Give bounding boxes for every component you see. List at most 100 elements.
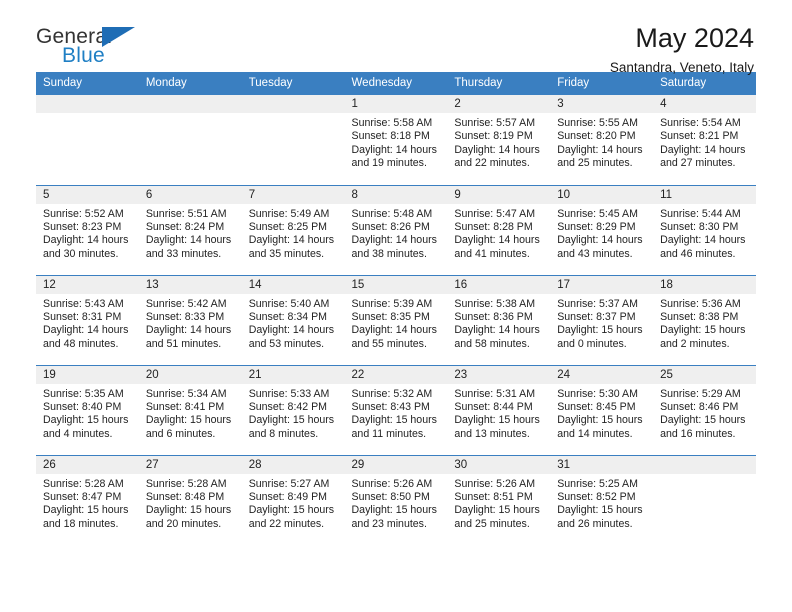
calendar-day-cell[interactable]: 12 Sunrise: 5:43 AM Sunset: 8:31 PM Dayligh… [36,274,139,365]
calendar-day-cell[interactable]: 6 Sunrise: 5:51 AM Sunset: 8:24 PM Daylight… [138,184,242,275]
daylight-text: Daylight: 14 hours and 55 minutes. [351,324,437,350]
calendar-day-cell[interactable]: 3 Sunrise: 5:55 AM Sunset: 8:20 PM Daylight… [550,95,654,185]
calendar-day-cell[interactable]: 18 Sunrise: 5:36 AM Sunset: 8:38 PM Dayligh… [653,274,756,365]
sunset-text: Sunset: 8:34 PM [248,310,328,323]
day-number: 28 [241,455,345,474]
daylight-text: Daylight: 15 hours and 2 minutes. [660,324,746,350]
sunrise-text: Sunrise: 5:26 AM [351,477,433,490]
daylight-text: Daylight: 14 hours and 30 minutes. [43,234,129,260]
day-details: Sunrise: 5:38 AM Sunset: 8:36 PM Daylight:… [447,294,550,352]
calendar-day-cell[interactable]: 31 Sunrise: 5:25 AM Sunset: 8:52 PM Dayligh… [550,454,654,545]
calendar-day-cell[interactable]: 5 Sunrise: 5:52 AM Sunset: 8:23 PM Daylight… [36,184,139,275]
calendar-day-cell[interactable]: 27 Sunrise: 5:28 AM Sunset: 8:48 PM Dayligh… [138,454,242,545]
sunset-text: Sunset: 8:38 PM [660,310,739,323]
day-number: 1 [344,95,448,113]
calendar-body: 1 Sunrise: 5:58 AM Sunset: 8:18 PM Daylight… [36,95,756,545]
day-number: 6 [138,185,242,204]
calendar-day-cell[interactable]: 20 Sunrise: 5:34 AM Sunset: 8:41 PM Dayligh… [138,364,242,455]
sunset-text: Sunset: 8:36 PM [454,310,533,323]
daylight-text: Daylight: 15 hours and 11 minutes. [351,414,437,440]
calendar-day-cell[interactable]: 26 Sunrise: 5:28 AM Sunset: 8:47 PM Dayligh… [36,454,139,545]
calendar-day-cell[interactable]: 19 Sunrise: 5:35 AM Sunset: 8:40 PM Dayligh… [36,364,139,455]
calendar-day-cell[interactable]: 15 Sunrise: 5:39 AM Sunset: 8:35 PM Dayligh… [344,274,448,365]
day-number: 24 [550,365,654,384]
calendar-day-cell[interactable]: 16 Sunrise: 5:38 AM Sunset: 8:36 PM Dayligh… [447,274,551,365]
daylight-text: Daylight: 14 hours and 33 minutes. [145,234,232,260]
weekday-header-wednesday: Wednesday [344,72,448,95]
calendar-day-cell[interactable]: 22 Sunrise: 5:32 AM Sunset: 8:43 PM Dayligh… [344,364,448,455]
sunset-text: Sunset: 8:47 PM [43,490,122,503]
general-blue-logo: General Blue [36,24,148,70]
day-details: Sunrise: 5:42 AM Sunset: 8:33 PM Daylight:… [139,294,242,352]
day-details: Sunrise: 5:30 AM Sunset: 8:45 PM Daylight:… [550,384,653,442]
sunset-text: Sunset: 8:50 PM [351,490,430,503]
calendar-day-cell[interactable]: 8 Sunrise: 5:48 AM Sunset: 8:26 PM Daylight… [344,184,448,275]
day-number [241,95,345,113]
calendar-day-cell[interactable]: 29 Sunrise: 5:26 AM Sunset: 8:50 PM Dayligh… [344,454,448,545]
sunset-text: Sunset: 8:19 PM [454,130,533,143]
daylight-text: Daylight: 15 hours and 22 minutes. [248,504,335,530]
sunset-text: Sunset: 8:33 PM [145,310,225,323]
day-number: 25 [653,365,756,384]
calendar-day-cell[interactable]: 23 Sunrise: 5:31 AM Sunset: 8:44 PM Dayligh… [447,364,551,455]
sunset-text: Sunset: 8:26 PM [351,220,430,233]
calendar-week-row: 5 Sunrise: 5:52 AM Sunset: 8:23 PM Daylight… [36,184,756,275]
sunset-text: Sunset: 8:23 PM [43,220,122,233]
day-number: 4 [653,95,756,113]
calendar-day-cell[interactable]: 25 Sunrise: 5:29 AM Sunset: 8:46 PM Dayligh… [653,364,756,455]
sunrise-text: Sunrise: 5:44 AM [660,207,741,220]
calendar-day-cell-empty [138,95,242,185]
calendar-day-cell[interactable]: 30 Sunrise: 5:26 AM Sunset: 8:51 PM Dayligh… [447,454,551,545]
calendar-day-cell[interactable]: 13 Sunrise: 5:42 AM Sunset: 8:33 PM Dayligh… [138,274,242,365]
calendar-day-cell[interactable]: 9 Sunrise: 5:47 AM Sunset: 8:28 PM Daylight… [447,184,551,275]
day-number: 18 [653,275,756,294]
daylight-text: Daylight: 14 hours and 27 minutes. [660,143,746,170]
logo-text-blue: Blue [62,44,105,67]
sunset-text: Sunset: 8:49 PM [248,490,328,503]
day-number: 15 [344,275,448,294]
day-number: 26 [36,455,139,474]
calendar-day-cell[interactable]: 4 Sunrise: 5:54 AM Sunset: 8:21 PM Daylight… [653,95,756,185]
sunset-text: Sunset: 8:24 PM [145,220,225,233]
sunrise-text: Sunrise: 5:49 AM [248,207,330,220]
sunrise-text: Sunrise: 5:25 AM [557,477,638,490]
calendar-day-cell[interactable]: 10 Sunrise: 5:45 AM Sunset: 8:29 PM Dayligh… [550,184,654,275]
day-number: 20 [138,365,242,384]
day-number: 13 [138,275,242,294]
weekday-header-saturday: Saturday [653,72,756,95]
calendar-week-row: 12 Sunrise: 5:43 AM Sunset: 8:31 PM Dayligh… [36,274,756,365]
calendar-day-cell[interactable]: 17 Sunrise: 5:37 AM Sunset: 8:37 PM Dayligh… [550,274,654,365]
day-details: Sunrise: 5:58 AM Sunset: 8:18 PM Daylight:… [345,113,448,171]
calendar-day-cell[interactable]: 24 Sunrise: 5:30 AM Sunset: 8:45 PM Dayligh… [550,364,654,455]
sunrise-text: Sunrise: 5:32 AM [351,387,433,400]
day-number: 5 [36,185,139,204]
calendar-day-cell[interactable]: 7 Sunrise: 5:49 AM Sunset: 8:25 PM Daylight… [241,184,345,275]
sunrise-text: Sunrise: 5:34 AM [145,387,227,400]
calendar-day-cell[interactable]: 14 Sunrise: 5:40 AM Sunset: 8:34 PM Dayligh… [241,274,345,365]
sunrise-text: Sunrise: 5:54 AM [660,117,741,129]
calendar-day-cell[interactable]: 1 Sunrise: 5:58 AM Sunset: 8:18 PM Daylight… [344,95,448,185]
calendar-day-cell-empty [653,454,756,545]
day-number: 27 [138,455,242,474]
day-number: 8 [344,185,448,204]
sunrise-text: Sunrise: 5:51 AM [145,207,227,220]
daylight-text: Daylight: 14 hours and 35 minutes. [248,234,335,260]
calendar-week-row: 26 Sunrise: 5:28 AM Sunset: 8:47 PM Dayligh… [36,454,756,545]
sunrise-text: Sunrise: 5:29 AM [660,387,741,400]
day-details: Sunrise: 5:47 AM Sunset: 8:28 PM Daylight:… [447,204,550,262]
daylight-text: Daylight: 14 hours and 58 minutes. [454,324,540,350]
calendar-day-cell[interactable]: 28 Sunrise: 5:27 AM Sunset: 8:49 PM Dayligh… [241,454,345,545]
calendar-day-cell-empty [36,95,139,185]
calendar-header-row: Sunday Monday Tuesday Wednesday Thursday… [36,72,756,95]
sunset-text: Sunset: 8:31 PM [43,310,122,323]
calendar-day-cell[interactable]: 2 Sunrise: 5:57 AM Sunset: 8:19 PM Daylight… [447,95,551,185]
sunset-text: Sunset: 8:21 PM [660,130,739,143]
sunrise-text: Sunrise: 5:47 AM [454,207,536,220]
daylight-text: Daylight: 15 hours and 13 minutes. [454,414,540,440]
daylight-text: Daylight: 15 hours and 25 minutes. [454,504,540,530]
daylight-text: Daylight: 14 hours and 48 minutes. [43,324,129,350]
calendar-day-cell[interactable]: 11 Sunrise: 5:44 AM Sunset: 8:30 PM Dayligh… [653,184,756,275]
day-details: Sunrise: 5:51 AM Sunset: 8:24 PM Daylight:… [139,204,242,262]
calendar-day-cell[interactable]: 21 Sunrise: 5:33 AM Sunset: 8:42 PM Dayligh… [241,364,345,455]
daylight-text: Daylight: 14 hours and 46 minutes. [660,234,746,260]
